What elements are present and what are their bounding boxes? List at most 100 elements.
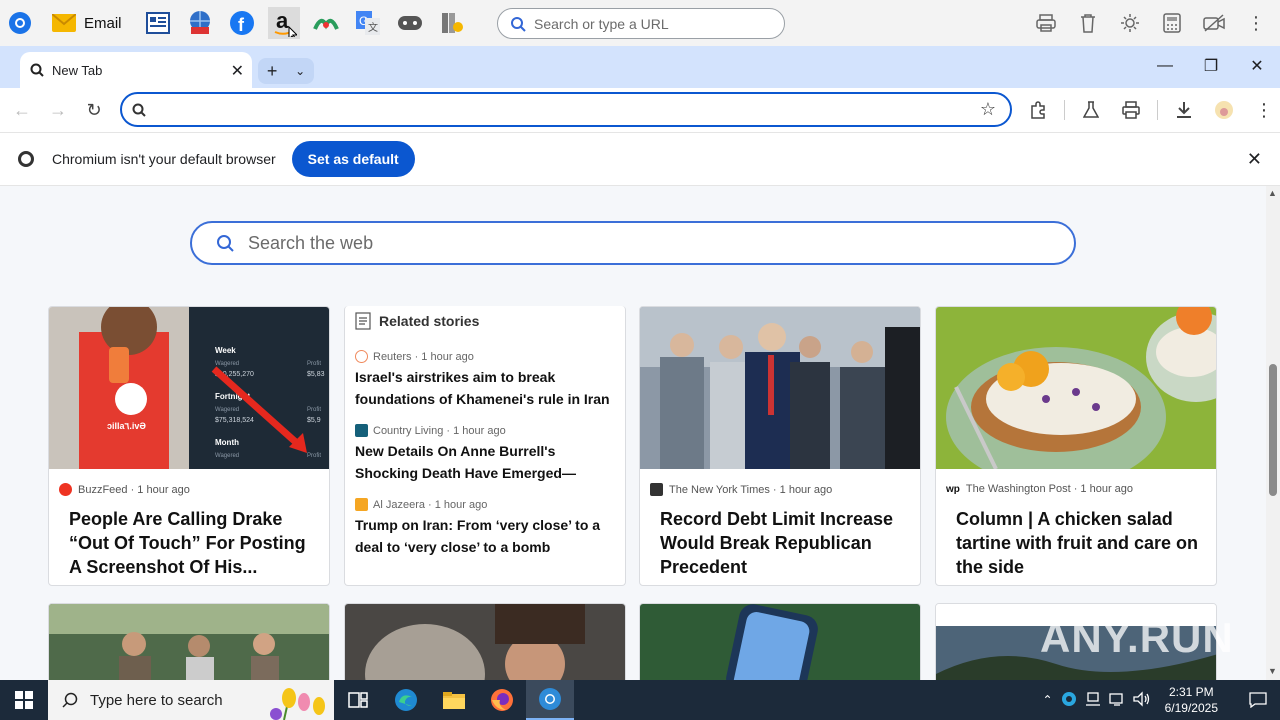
gamepad-icon[interactable]	[394, 7, 426, 39]
browser-logo-icon[interactable]	[4, 7, 36, 39]
forward-button[interactable]: →	[40, 92, 76, 128]
related-headline[interactable]: Israel's airstrikes aim to break foundat…	[355, 366, 617, 410]
clock-time: 2:31 PM	[1168, 685, 1214, 699]
svg-text:Month: Month	[215, 438, 239, 447]
download-icon[interactable]	[1170, 92, 1198, 128]
tray-app-icon[interactable]	[1061, 691, 1077, 710]
news-card-image: ɔilla٦.ivƏ Week Wagered $10,255,270 Prof…	[49, 307, 329, 469]
source-text: Al Jazeera · 1 hour ago	[373, 498, 488, 511]
news-globe-icon[interactable]	[184, 7, 216, 39]
address-bar[interactable]: ☆	[120, 92, 1012, 127]
back-button[interactable]: ←	[4, 92, 40, 128]
watermark: ANY.RUN	[1040, 614, 1234, 661]
news-card[interactable]: wp The Washington Post · 1 hour ago Colu…	[935, 306, 1217, 586]
svg-text:Profit: Profit	[307, 453, 321, 459]
news-source: BuzzFeed · 1 hour ago	[59, 483, 190, 496]
translate-icon[interactable]: G文	[352, 7, 384, 39]
profile-avatar[interactable]	[1210, 92, 1238, 128]
close-infobar-icon[interactable]: ✕	[1247, 149, 1262, 170]
print-icon[interactable]	[1117, 92, 1145, 128]
related-stories-title: Related stories	[379, 313, 480, 329]
arc-app-icon[interactable]	[310, 7, 342, 39]
svg-text:$5,83: $5,83	[307, 371, 325, 378]
tray-chevron-up-icon[interactable]: ⌃	[1043, 693, 1053, 707]
news-card[interactable]	[344, 603, 626, 680]
scroll-up-arrow-icon[interactable]: ▲	[1268, 188, 1277, 198]
reload-button[interactable]: ↻	[76, 92, 112, 128]
taskbar-search-box[interactable]: Type here to search	[48, 680, 334, 720]
bookmark-star-icon[interactable]: ☆	[980, 99, 996, 120]
printer-icon[interactable]	[1032, 7, 1060, 39]
restore-button[interactable]: ❐	[1188, 46, 1234, 86]
edge-icon[interactable]	[382, 680, 430, 720]
start-button[interactable]	[0, 680, 48, 720]
email-icon	[52, 14, 76, 32]
reuters-logo-icon	[355, 350, 368, 363]
web-search-box[interactable]: Search the web	[190, 221, 1076, 265]
extensions-icon[interactable]	[1024, 92, 1052, 128]
clock-date: 6/19/2025	[1164, 701, 1218, 715]
more-vertical-icon[interactable]: ⋮	[1242, 7, 1270, 39]
news-grid-icon[interactable]	[142, 7, 174, 39]
minimize-button[interactable]: —	[1142, 46, 1188, 86]
page-scrollbar[interactable]: ▲ ▼	[1266, 186, 1280, 680]
amazon-icon[interactable]: a	[267, 7, 300, 39]
close-window-button[interactable]: ✕	[1234, 46, 1280, 86]
camera-off-icon[interactable]	[1200, 7, 1228, 39]
calculator-icon[interactable]	[1158, 7, 1186, 39]
weather-icon[interactable]	[1116, 7, 1144, 39]
news-headline[interactable]: Column | A chicken salad tartine with fr…	[956, 507, 1206, 579]
news-card[interactable]	[48, 603, 330, 680]
tab-search-chevron-icon[interactable]: ⌄	[295, 64, 305, 78]
related-story[interactable]: Reuters · 1 hour ago Israel's airstrikes…	[355, 350, 617, 410]
scrollbar-thumb[interactable]	[1269, 364, 1277, 496]
related-headline[interactable]: New Details On Anne Burrell's Shocking D…	[355, 440, 617, 484]
tray-device-icon[interactable]	[1085, 691, 1101, 710]
volume-icon[interactable]	[1132, 690, 1151, 710]
related-headline[interactable]: Trump on Iran: From ‘very close’ to a de…	[355, 514, 617, 558]
news-headline[interactable]: Record Debt Limit Increase Would Break R…	[660, 507, 910, 579]
scroll-down-arrow-icon[interactable]: ▼	[1268, 666, 1277, 676]
news-card-image	[640, 604, 920, 680]
clock[interactable]: 2:31 PM 6/19/2025	[1165, 684, 1218, 716]
news-card-image	[49, 604, 329, 680]
chromium-taskbar-icon[interactable]	[526, 680, 574, 720]
tab-new-tab[interactable]: New Tab ✕	[20, 52, 252, 88]
related-stories-header: Related stories	[355, 312, 479, 330]
news-source: wp The Washington Post · 1 hour ago	[946, 483, 1133, 495]
search-icon	[30, 63, 44, 77]
svg-text:文: 文	[368, 21, 378, 34]
news-card-image	[936, 307, 1216, 487]
search-icon	[62, 692, 78, 708]
news-card[interactable]	[639, 603, 921, 680]
network-icon[interactable]	[1108, 691, 1125, 710]
search-icon	[511, 16, 526, 32]
svg-text:$75,318,524: $75,318,524	[215, 417, 254, 424]
task-view-icon[interactable]	[334, 680, 382, 720]
notifications-icon[interactable]	[1236, 692, 1280, 708]
firefox-icon[interactable]	[478, 680, 526, 720]
file-explorer-icon[interactable]	[430, 680, 478, 720]
email-shortcut[interactable]: Email	[52, 14, 122, 32]
news-card[interactable]: ɔilla٦.ivƏ Week Wagered $10,255,270 Prof…	[48, 306, 330, 586]
trash-icon[interactable]	[1074, 7, 1102, 39]
facebook-icon[interactable]: f	[226, 7, 258, 39]
svg-text:Wagered: Wagered	[215, 361, 239, 367]
related-story[interactable]: Country Living · 1 hour ago New Details …	[355, 424, 617, 484]
set-as-default-button[interactable]: Set as default	[291, 141, 415, 177]
library-icon[interactable]	[436, 7, 468, 39]
news-card[interactable]: The New York Times · 1 hour ago Record D…	[639, 306, 921, 586]
source-text: The Washington Post · 1 hour ago	[965, 483, 1134, 495]
toolbar-search-box[interactable]: Search or type a URL	[497, 8, 785, 39]
web-search-placeholder: Search the web	[248, 232, 374, 253]
source-text: Country Living · 1 hour ago	[373, 424, 506, 437]
source-text: Reuters · 1 hour ago	[373, 350, 474, 363]
related-story[interactable]: Al Jazeera · 1 hour ago Trump on Iran: F…	[355, 498, 617, 558]
svg-text:Week: Week	[215, 346, 236, 355]
labs-flask-icon[interactable]	[1077, 92, 1105, 128]
svg-text:Profit: Profit	[307, 361, 321, 367]
browser-menu-icon[interactable]: ⋮	[1250, 92, 1278, 128]
close-tab-icon[interactable]: ✕	[231, 61, 244, 81]
new-tab-button[interactable]: +	[267, 61, 278, 82]
news-headline[interactable]: People Are Calling Drake “Out Of Touch” …	[69, 507, 319, 579]
